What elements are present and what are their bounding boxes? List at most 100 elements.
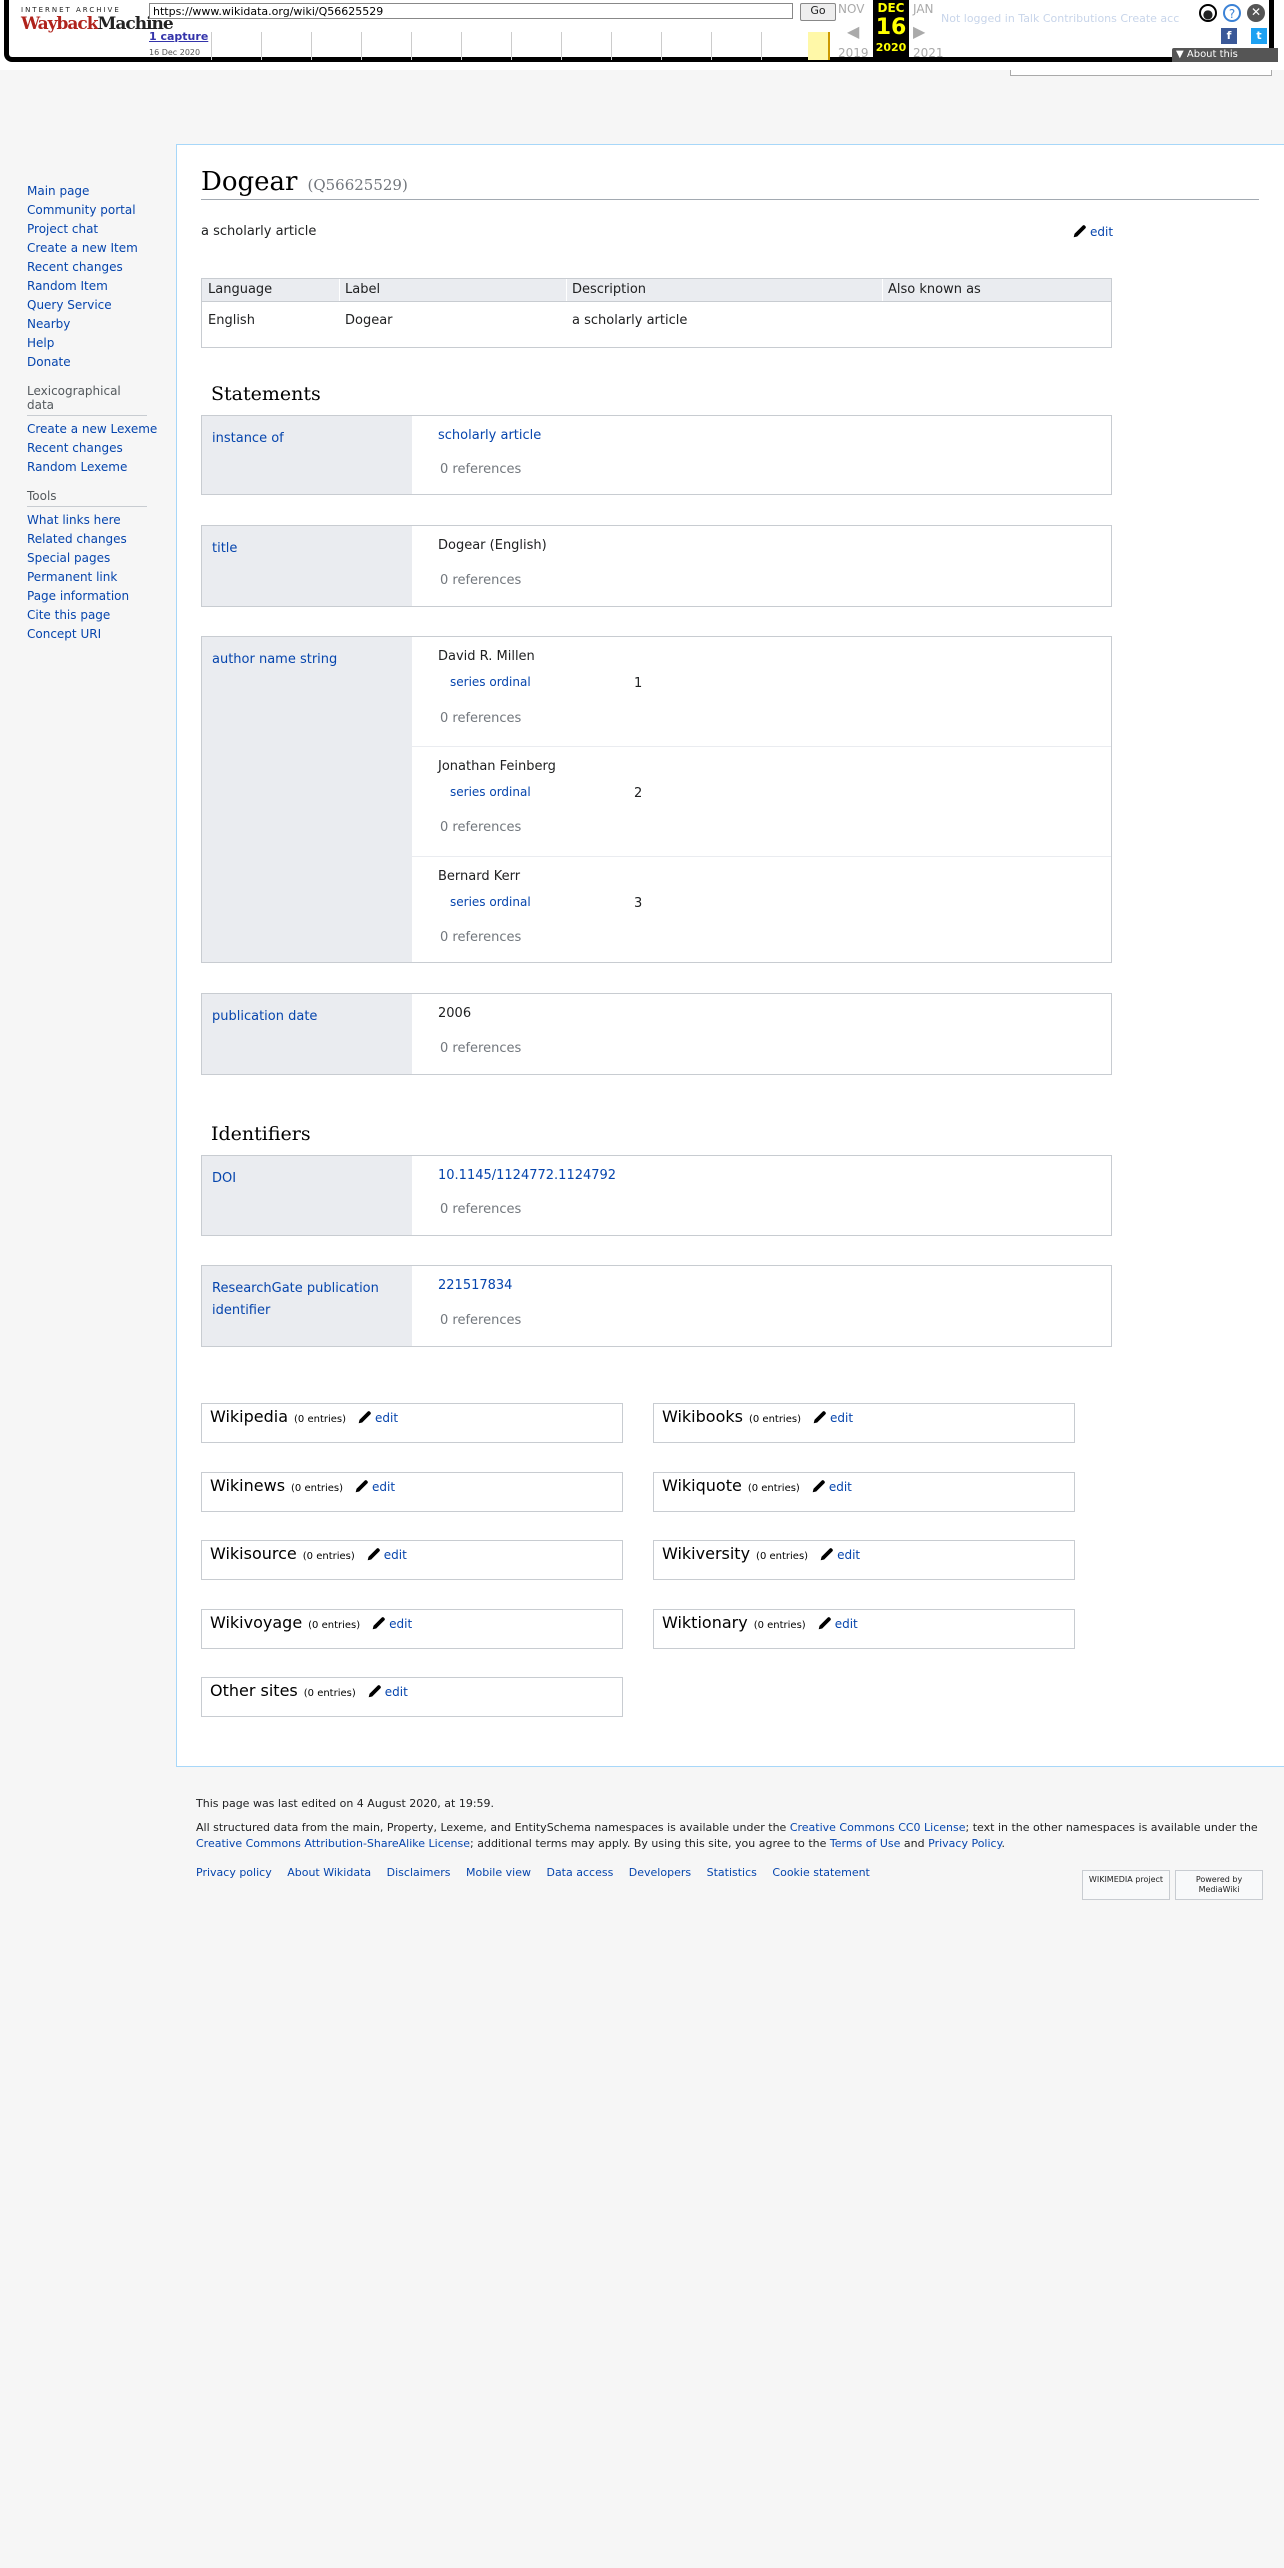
edit-sitelinks-button[interactable]: edit xyxy=(368,1685,408,1699)
facebook-icon[interactable]: f xyxy=(1221,28,1237,44)
sidebar-item-query-service[interactable]: Query Service xyxy=(27,296,167,315)
wayback-prev-arrow-icon[interactable]: ◀ xyxy=(847,22,859,41)
terms-label-cell[interactable]: Dogear xyxy=(345,313,393,328)
edit-sitelinks-button[interactable]: edit xyxy=(818,1617,858,1631)
sidebar-item-recent-changes[interactable]: Recent changes xyxy=(27,258,167,277)
footer-link-cookie-statement[interactable]: Cookie statement xyxy=(772,1866,869,1879)
property-link[interactable]: ResearchGate publication identifier xyxy=(212,1278,402,1322)
wayback-prev-year[interactable]: 2019 xyxy=(838,46,869,60)
statement-value[interactable]: 10.1145/1124772.1124792 xyxy=(438,1168,616,1183)
footer-link-about[interactable]: About Wikidata xyxy=(287,1866,371,1879)
sidebar-item-special-pages[interactable]: Special pages xyxy=(27,549,167,568)
footer-link-developers[interactable]: Developers xyxy=(629,1866,691,1879)
sidebar-item-concept-uri[interactable]: Concept URI xyxy=(27,625,167,644)
about-capture-button[interactable]: ▼ About this capture xyxy=(1172,48,1278,74)
sidebar-item-main-page[interactable]: Main page xyxy=(27,182,167,201)
sidebar-item-lexeme-recent-changes[interactable]: Recent changes xyxy=(27,439,167,458)
footer-link-mobile-view[interactable]: Mobile view xyxy=(466,1866,531,1879)
property-link[interactable]: instance of xyxy=(212,428,402,450)
edit-sitelinks-button[interactable]: edit xyxy=(367,1548,407,1562)
sidebar-item-nearby[interactable]: Nearby xyxy=(27,315,167,334)
references-toggle[interactable]: 0 references xyxy=(440,1313,521,1328)
statement-value[interactable]: 221517834 xyxy=(438,1278,512,1293)
sidebar-item-community-portal[interactable]: Community portal xyxy=(27,201,167,220)
sidebar-item-project-chat[interactable]: Project chat xyxy=(27,220,167,239)
sitelink-group-count: (0 entries) xyxy=(747,1483,800,1494)
cc0-license-link[interactable]: Creative Commons CC0 License xyxy=(790,1821,966,1834)
sitelink-group-count: (0 entries) xyxy=(291,1483,344,1494)
terms-description-cell[interactable]: a scholarly article xyxy=(572,313,687,328)
footer-link-privacy-policy[interactable]: Privacy policy xyxy=(196,1866,272,1879)
references-toggle[interactable]: 0 references xyxy=(440,711,521,726)
edit-sitelinks-button[interactable]: edit xyxy=(812,1480,852,1494)
qualifier-property-link[interactable]: series ordinal xyxy=(450,895,531,909)
terms-of-use-link[interactable]: Terms of Use xyxy=(830,1837,901,1850)
wayback-logo[interactable]: INTERNET ARCHIVE WaybackMachine xyxy=(21,6,174,50)
footer-link-disclaimers[interactable]: Disclaimers xyxy=(387,1866,451,1879)
wayback-next-year[interactable]: 2021 xyxy=(913,46,944,60)
wayback-sparkline[interactable] xyxy=(211,32,831,60)
wayback-current-day: 16 xyxy=(875,15,907,40)
qualifier-property-link[interactable]: series ordinal xyxy=(450,675,531,689)
account-icon[interactable]: ● xyxy=(1199,4,1217,22)
sidebar-item-permanent-link[interactable]: Permanent link xyxy=(27,568,167,587)
edit-sitelinks-button[interactable]: edit xyxy=(820,1548,860,1562)
wayback-next-arrow-icon[interactable]: ▶ xyxy=(913,22,925,41)
cc-by-sa-license-link[interactable]: Creative Commons Attribution-ShareAlike … xyxy=(196,1837,470,1850)
wayback-go-button[interactable]: Go xyxy=(800,3,836,21)
wayback-url-input[interactable] xyxy=(149,3,793,19)
sidebar-item-create-lexeme[interactable]: Create a new Lexeme xyxy=(27,420,167,439)
references-toggle[interactable]: 0 references xyxy=(440,820,521,835)
statements-heading: Statements xyxy=(211,383,321,405)
help-icon[interactable]: ? xyxy=(1223,4,1241,22)
property-link[interactable]: author name string xyxy=(212,649,402,671)
sidebar-item-create-item[interactable]: Create a new Item xyxy=(27,239,167,258)
statement-author-name-string: author name string David R. Millen serie… xyxy=(201,636,1112,963)
sidebar-item-related-changes[interactable]: Related changes xyxy=(27,530,167,549)
wikimedia-project-badge[interactable]: WIKIMEDIA project xyxy=(1082,1870,1170,1900)
privacy-policy-inline-link[interactable]: Privacy Policy xyxy=(928,1837,1001,1850)
sitelink-group-count: (0 entries) xyxy=(308,1620,361,1631)
references-toggle[interactable]: 0 references xyxy=(440,1041,521,1056)
close-icon[interactable]: ✕ xyxy=(1247,4,1265,22)
property-link[interactable]: publication date xyxy=(212,1006,402,1028)
footer-license: All structured data from the main, Prope… xyxy=(196,1821,1258,1850)
references-toggle[interactable]: 0 references xyxy=(440,930,521,945)
edit-description-button[interactable]: edit xyxy=(1073,224,1113,239)
sidebar-item-what-links-here[interactable]: What links here xyxy=(27,511,167,530)
sidebar-item-random-item[interactable]: Random Item xyxy=(27,277,167,296)
edit-sitelinks-button[interactable]: edit xyxy=(372,1617,412,1631)
references-toggle[interactable]: 0 references xyxy=(440,462,521,477)
wayback-next-month[interactable]: JAN xyxy=(913,2,934,16)
sidebar-item-donate[interactable]: Donate xyxy=(27,353,167,372)
twitter-icon[interactable]: t xyxy=(1251,28,1267,44)
wayback-current-capture-marker[interactable] xyxy=(808,32,830,60)
qualifier-value: 2 xyxy=(634,786,643,801)
property-link[interactable]: title xyxy=(212,538,402,560)
sitelink-group-count: (0 entries) xyxy=(294,1414,347,1425)
edit-sitelinks-button[interactable]: edit xyxy=(358,1411,398,1425)
references-toggle[interactable]: 0 references xyxy=(440,573,521,588)
references-toggle[interactable]: 0 references xyxy=(440,1202,521,1217)
pencil-icon xyxy=(812,1480,825,1493)
sidebar-item-help[interactable]: Help xyxy=(27,334,167,353)
wayback-prev-month[interactable]: NOV xyxy=(838,2,864,16)
sitelink-group-title: Wikinews xyxy=(210,1476,286,1495)
footer-link-data-access[interactable]: Data access xyxy=(546,1866,613,1879)
footer-link-statistics[interactable]: Statistics xyxy=(707,1866,757,1879)
footer: This page was last edited on 4 August 20… xyxy=(196,1796,1266,1879)
edit-sitelinks-button[interactable]: edit xyxy=(813,1411,853,1425)
sidebar-item-page-information[interactable]: Page information xyxy=(27,587,167,606)
author-value: Bernard Kerr xyxy=(438,869,521,884)
sitelink-group-wikipedia: Wikipedia (0 entries) edit xyxy=(201,1403,623,1443)
sitelink-group-wikiquote: Wikiquote (0 entries) edit xyxy=(653,1472,1075,1512)
sidebar-item-random-lexeme[interactable]: Random Lexeme xyxy=(27,458,167,477)
qualifier-property-link[interactable]: series ordinal xyxy=(450,785,531,799)
wayback-captures-link[interactable]: 1 capture xyxy=(149,30,208,43)
powered-by-mediawiki-badge[interactable]: Powered by MediaWiki xyxy=(1175,1870,1263,1900)
property-link[interactable]: DOI xyxy=(212,1168,402,1190)
statement-value[interactable]: scholarly article xyxy=(438,428,541,443)
wayback-current-date: DEC 16 2020 xyxy=(873,0,909,62)
edit-sitelinks-button[interactable]: edit xyxy=(355,1480,395,1494)
sidebar-item-cite-page[interactable]: Cite this page xyxy=(27,606,167,625)
